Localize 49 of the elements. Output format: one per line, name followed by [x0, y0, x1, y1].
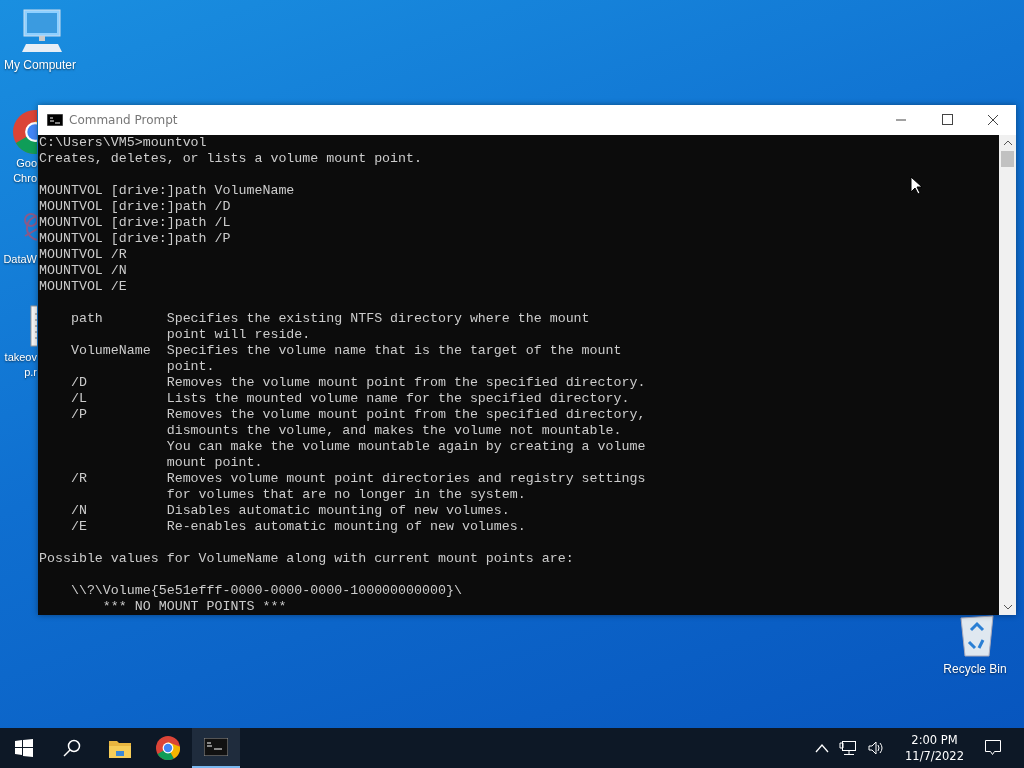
chevron-up-icon[interactable]: [815, 743, 830, 753]
terminal-line: /R Removes volume mount point directories and registry settings: [69, 471, 646, 487]
terminal-line: path Specifies the existing NTFS directory where the mount: [69, 311, 590, 327]
notification-icon[interactable]: [984, 739, 1002, 757]
icon-label: takeov: [4, 350, 37, 365]
terminal-line: dismounts the volume, and makes the volume not mountable.: [165, 423, 622, 439]
scroll-thumb[interactable]: [1001, 151, 1014, 167]
terminal-line: MOUNTVOL [drive:]path /L: [39, 215, 231, 231]
terminal-line: VolumeName Specifies the volume name that is the target of the mount: [69, 343, 622, 359]
window-title: Command Prompt: [69, 113, 178, 127]
cursor-icon: [910, 176, 922, 195]
terminal-line: /N Disables automatic mounting of new volumes.: [69, 503, 510, 519]
terminal-line: MOUNTVOL [drive:]path /D: [39, 199, 231, 215]
network-icon[interactable]: [839, 740, 858, 756]
folder-icon: [109, 738, 131, 758]
scrollbar[interactable]: [999, 135, 1016, 615]
icon-label: Goo: [16, 156, 37, 171]
search-icon: [63, 739, 81, 757]
windows-icon: [15, 739, 33, 757]
terminal-line: MOUNTVOL /N: [39, 263, 127, 279]
icon-label: My Computer: [4, 58, 76, 73]
terminal-line: point.: [165, 359, 215, 375]
terminal-line: C:\Users\VM5>mountvol: [39, 135, 207, 151]
icon-label: DataW: [3, 252, 37, 267]
icon-label: p.r: [24, 365, 37, 380]
icon-label: Recycle Bin: [943, 662, 1007, 677]
clock[interactable]: 2:00 PM 11/7/2022: [895, 732, 974, 764]
terminal-line: Creates, deletes, or lists a volume mount point.: [39, 151, 422, 167]
terminal-line: Possible values for VolumeName along with current mount points are:: [39, 551, 574, 567]
taskbar-button[interactable]: [192, 728, 240, 768]
terminal-line: for volumes that are no longer in the system.: [165, 487, 526, 503]
terminal-line: You can make the volume mountable again by creating a volume: [165, 439, 646, 455]
terminal-line: *** NO MOUNT POINTS ***: [101, 599, 287, 615]
terminal-icon: [47, 114, 63, 126]
terminal-icon: [204, 738, 228, 756]
terminal-line: MOUNTVOL /R: [39, 247, 127, 263]
terminal-line: point will reside.: [165, 327, 311, 343]
terminal-line: /P Removes the volume mount point from the specified directory,: [69, 407, 646, 423]
terminal-line: MOUNTVOL [drive:]path VolumeName: [39, 183, 295, 199]
terminal-line: mount point.: [165, 455, 263, 471]
terminal-line: MOUNTVOL /E: [39, 279, 127, 295]
terminal-line: /L Lists the mounted volume name for the specified directory.: [69, 391, 630, 407]
terminal-line: \\?\Volume{5e51efff-0000-0000-0000-100000000000}\: [69, 583, 462, 599]
terminal-line: MOUNTVOL [drive:]path /P: [39, 231, 231, 247]
terminal-line: /E Re-enables automatic mounting of new volumes.: [69, 519, 526, 535]
chrome-icon: [156, 736, 180, 760]
terminal-line: /D Removes the volume mount point from the specified directory.: [69, 375, 646, 391]
speaker-icon[interactable]: [867, 740, 886, 756]
icon-label: Chro: [13, 171, 37, 186]
